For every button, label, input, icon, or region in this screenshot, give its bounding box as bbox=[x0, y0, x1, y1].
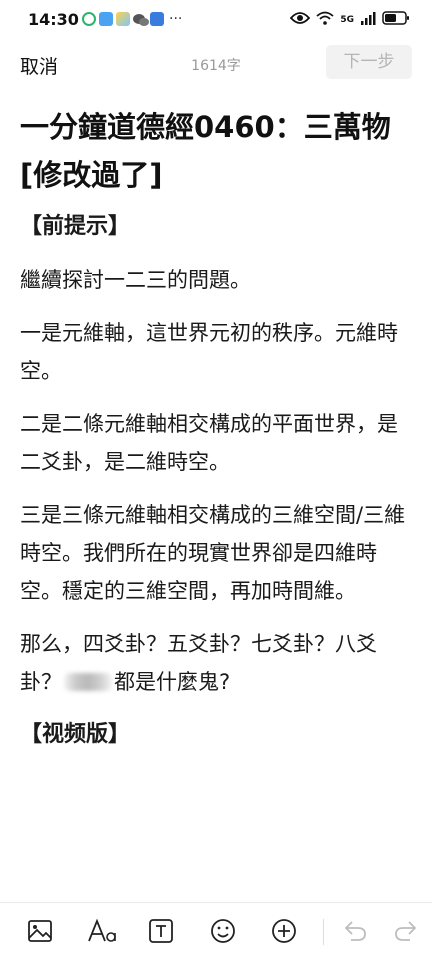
status-indicators: 5G bbox=[290, 10, 410, 29]
network-type-label: 5G bbox=[340, 14, 354, 25]
article-title[interactable]: 一分鐘道德經0460：三萬物[修改過了] bbox=[20, 103, 410, 199]
blurred-text bbox=[64, 673, 112, 691]
emoji-icon[interactable] bbox=[209, 917, 237, 945]
refresh-app-icon bbox=[82, 12, 96, 26]
paragraph-text: 都是什麼鬼? bbox=[114, 670, 231, 694]
paragraph: 那么，四爻卦？五爻卦？七爻卦？八爻卦？ 都是什麼鬼? bbox=[20, 625, 416, 701]
editor-top-bar: 取消 1614字 下一步 bbox=[0, 40, 432, 88]
status-bar: 14:30 ··· 5G bbox=[0, 0, 432, 40]
text-box-icon[interactable] bbox=[147, 917, 175, 945]
battery-icon bbox=[382, 10, 410, 29]
section-heading: 【前提示】 bbox=[20, 214, 131, 239]
paragraph: 繼續探討一二三的問題。 bbox=[20, 268, 251, 292]
signal-icon bbox=[360, 10, 376, 29]
next-step-button[interactable]: 下一步 bbox=[326, 45, 412, 79]
status-app-icons: ··· bbox=[82, 12, 182, 26]
status-time: 14:30 bbox=[28, 10, 79, 29]
gallery-app-icon bbox=[99, 12, 113, 26]
eye-icon bbox=[290, 10, 311, 29]
redo-icon[interactable] bbox=[392, 917, 420, 945]
weather-app-icon bbox=[116, 12, 130, 26]
toolbar-divider bbox=[323, 919, 324, 945]
undo-icon[interactable] bbox=[341, 917, 369, 945]
paragraph: 三是三條元維軸相交構成的三維空間/三維時空。我們所在的現實世界卻是四維時空。穩定… bbox=[20, 503, 406, 603]
paragraph: 一是元維軸，這世界元初的秩序。元維時空。 bbox=[20, 321, 398, 383]
status-more: ··· bbox=[169, 11, 183, 27]
text-format-icon[interactable] bbox=[86, 917, 118, 945]
phone-app-icon bbox=[150, 12, 164, 26]
add-icon[interactable] bbox=[270, 917, 298, 945]
section-heading: 【视频版】 bbox=[20, 722, 131, 747]
paragraph: 二是二條元維軸相交構成的平面世界，是二爻卦，是二維時空。 bbox=[20, 412, 398, 474]
article-body[interactable]: 【前提示】 繼續探討一二三的問題。 一是元維軸，這世界元初的秩序。元維時空。 二… bbox=[20, 208, 416, 754]
image-icon[interactable] bbox=[26, 917, 54, 945]
wifi-icon bbox=[316, 10, 334, 29]
editor-toolbar bbox=[0, 902, 432, 961]
wechat-icon bbox=[133, 12, 149, 26]
